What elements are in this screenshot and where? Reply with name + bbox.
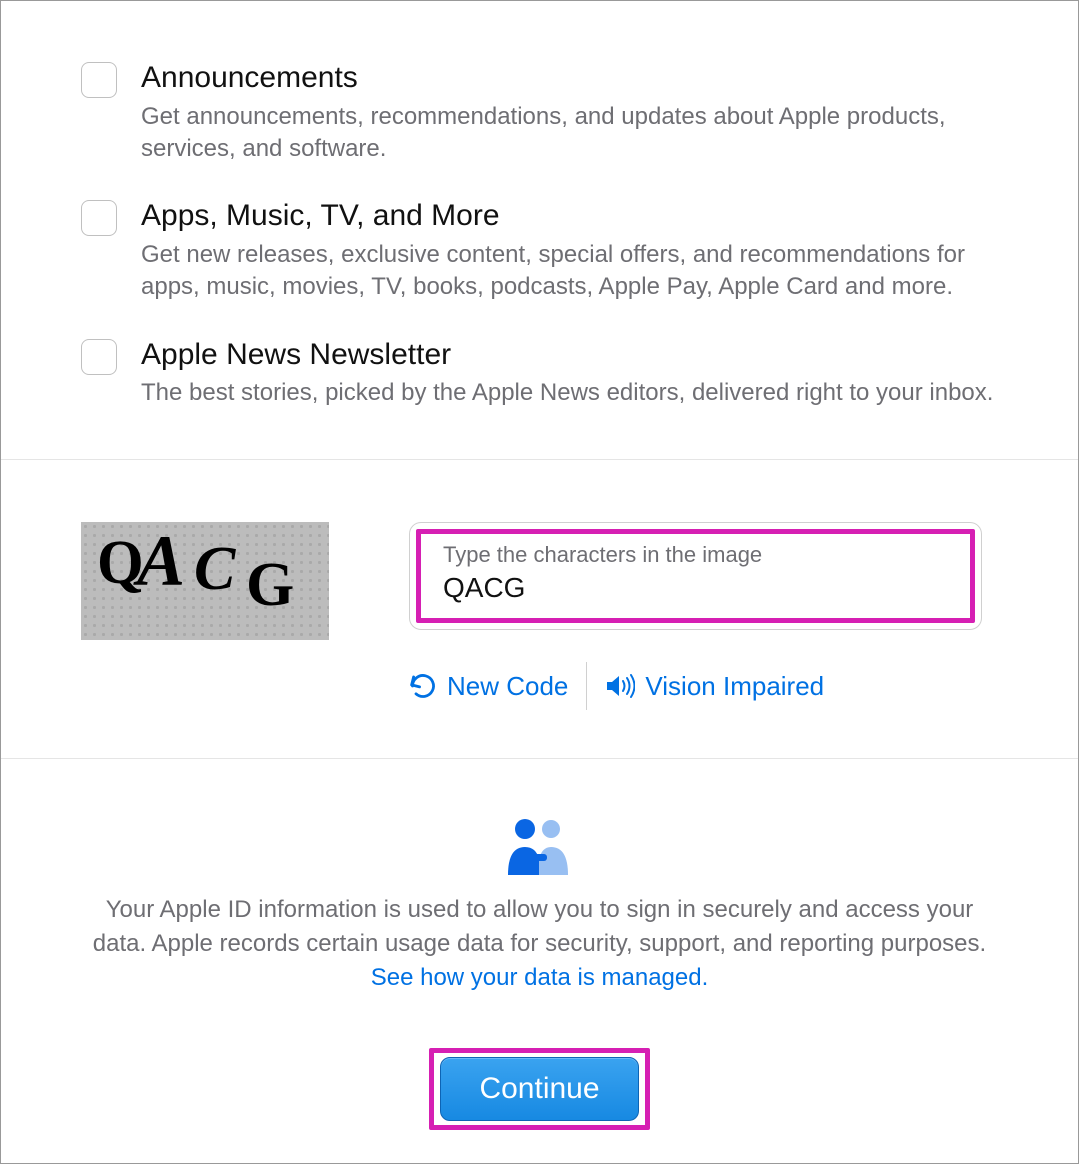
speaker-icon — [605, 673, 635, 699]
captcha-input[interactable] — [443, 572, 954, 604]
new-code-label: New Code — [447, 671, 568, 702]
reload-icon — [409, 672, 437, 700]
privacy-link[interactable]: See how your data is managed. — [371, 964, 709, 991]
pref-content: Apps, Music, TV, and More Get new releas… — [141, 197, 998, 303]
continue-button[interactable]: Continue — [440, 1057, 638, 1121]
captcha-highlight: Type the characters in the image — [416, 529, 975, 623]
vertical-divider — [586, 662, 587, 710]
pref-item-announcements: Announcements Get announcements, recomme… — [81, 59, 998, 165]
pref-desc: The best stories, picked by the Apple Ne… — [141, 377, 998, 409]
checkbox-apps-music[interactable] — [81, 200, 117, 236]
new-code-button[interactable]: New Code — [409, 671, 568, 702]
vision-impaired-label: Vision Impaired — [645, 671, 824, 702]
pref-desc: Get new releases, exclusive content, spe… — [141, 239, 998, 304]
footer-section: Your Apple ID information is used to all… — [1, 759, 1078, 1130]
captcha-actions: New Code Vision Impaired — [409, 662, 982, 710]
pref-content: Announcements Get announcements, recomme… — [141, 59, 998, 165]
pref-title: Apple News Newsletter — [141, 336, 998, 374]
captcha-image: Q A C G — [81, 522, 329, 640]
pref-title: Apps, Music, TV, and More — [141, 197, 998, 235]
pref-content: Apple News Newsletter The best stories, … — [141, 336, 998, 410]
privacy-copy: Your Apple ID information is used to all… — [93, 896, 986, 957]
captcha-controls: Type the characters in the image New Cod… — [409, 522, 982, 710]
pref-desc: Get announcements, recommendations, and … — [141, 101, 998, 166]
continue-highlight: Continue — [429, 1048, 649, 1130]
pref-item-apps-music: Apps, Music, TV, and More Get new releas… — [81, 197, 998, 303]
checkbox-news[interactable] — [81, 339, 117, 375]
pref-item-news: Apple News Newsletter The best stories, … — [81, 336, 998, 410]
privacy-handshake-icon — [501, 817, 579, 875]
vision-impaired-button[interactable]: Vision Impaired — [605, 671, 824, 702]
pref-title: Announcements — [141, 59, 998, 97]
preferences-section: Announcements Get announcements, recomme… — [1, 59, 1078, 459]
captcha-input-wrap: Type the characters in the image — [409, 522, 982, 630]
privacy-text: Your Apple ID information is used to all… — [85, 893, 994, 994]
captcha-section: Q A C G Type the characters in the image… — [1, 460, 1078, 758]
form-container: Announcements Get announcements, recomme… — [0, 0, 1079, 1164]
captcha-glyph: A — [137, 520, 185, 603]
checkbox-announcements[interactable] — [81, 62, 117, 98]
captcha-input-label: Type the characters in the image — [443, 542, 954, 568]
captcha-glyph: C — [194, 534, 235, 605]
captcha-glyph: G — [246, 550, 294, 621]
